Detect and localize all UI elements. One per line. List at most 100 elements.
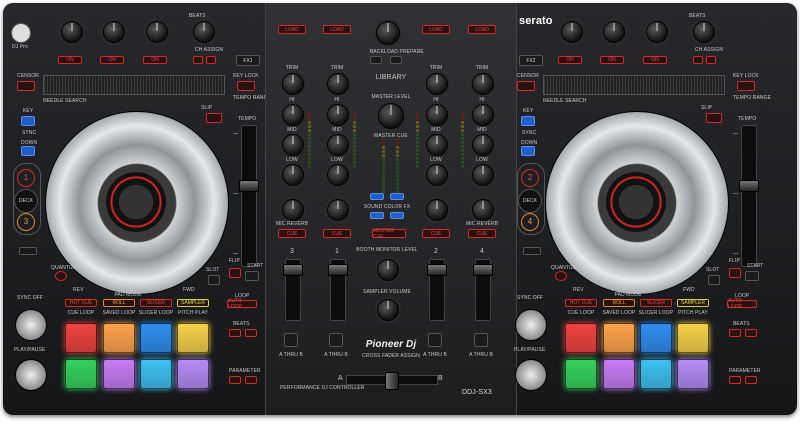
fx1-label-button[interactable]: FX1 [236, 55, 260, 66]
slicer-mode-button-right[interactable]: SLICER [640, 299, 672, 307]
color-fx-knob-ch2[interactable] [426, 199, 448, 221]
mid-eq-knob-ch2[interactable] [426, 134, 448, 156]
performance-pad-left-6[interactable] [103, 359, 135, 389]
key-lock-button-left[interactable] [237, 81, 255, 91]
mid-eq-knob-ch4[interactable] [472, 134, 494, 156]
deck-2-button[interactable]: 2 [521, 169, 539, 187]
ch-assign-4-button[interactable] [706, 56, 716, 64]
headphone-cue-button-ch2[interactable]: CUE [422, 229, 450, 238]
fx2-on-button-3[interactable]: ON [643, 56, 667, 64]
slot-button-right[interactable] [708, 275, 720, 285]
key-lock-button-right[interactable] [737, 81, 755, 91]
performance-pad-right-7[interactable] [640, 359, 672, 389]
headphone-cue-button-ch3[interactable]: CUE [278, 229, 306, 238]
performance-pad-right-1[interactable] [565, 323, 597, 353]
parameter-minus-button-left[interactable] [229, 376, 241, 384]
crossfader-cap[interactable] [385, 372, 399, 390]
parameter-plus-button-left[interactable] [245, 376, 257, 384]
performance-pad-left-1[interactable] [65, 323, 97, 353]
tempo-slider-right[interactable] [739, 125, 759, 267]
fx1-beats-knob[interactable] [193, 21, 215, 43]
shift-button-right[interactable] [523, 247, 541, 255]
hi-eq-knob-ch2[interactable] [426, 104, 448, 126]
key-sync-button-left[interactable] [21, 116, 35, 126]
mid-eq-knob-ch1[interactable] [327, 134, 349, 156]
channel-fader-cap-3[interactable] [283, 264, 303, 276]
fx1-knob-1[interactable] [61, 21, 83, 43]
hi-eq-knob-ch3[interactable] [282, 104, 304, 126]
fx2-knob-1[interactable] [561, 21, 583, 43]
slip-button-right[interactable] [706, 113, 722, 123]
headphone-cue-button-ch1[interactable]: CUE [323, 229, 351, 238]
channel-fader-cap-2[interactable] [427, 264, 447, 276]
needle-search-strip-left[interactable] [43, 75, 225, 95]
channel-fader-cap-4[interactable] [473, 264, 493, 276]
ch-assign-2-button[interactable] [206, 56, 216, 64]
deck-1-button[interactable]: 1 [17, 169, 35, 187]
channel-fader-1[interactable] [328, 259, 348, 321]
performance-pad-right-5[interactable] [565, 359, 597, 389]
low-eq-knob-ch4[interactable] [472, 164, 494, 186]
channel-fader-4[interactable] [473, 259, 493, 321]
fx2-on-button-1[interactable]: ON [558, 56, 582, 64]
cue-button-left[interactable] [15, 309, 47, 341]
performance-pad-left-4[interactable] [177, 323, 209, 353]
trim-knob-ch4[interactable] [472, 73, 494, 95]
censor-button-left[interactable] [17, 81, 35, 91]
flip-start-button-left[interactable] [245, 271, 259, 281]
loop-half-button-right[interactable] [729, 329, 741, 337]
key-down-button-left[interactable] [21, 146, 35, 156]
deck-4-button[interactable]: 4 [521, 213, 539, 231]
loop-double-button-left[interactable] [245, 329, 257, 337]
censor-button-right[interactable] [517, 81, 535, 91]
key-down-button-right[interactable] [521, 146, 535, 156]
fx2-beats-knob[interactable] [693, 21, 715, 43]
fx2-on-button-2[interactable]: ON [600, 56, 624, 64]
tempo-slider-left[interactable] [239, 125, 259, 267]
parameter-minus-button-right[interactable] [729, 376, 741, 384]
ch-assign-1-button[interactable] [193, 56, 203, 64]
color-fx-button-1[interactable] [370, 193, 384, 200]
fx1-on-button-1[interactable]: ON [58, 56, 82, 64]
master-level-knob[interactable] [378, 103, 404, 129]
roll-mode-button-left[interactable]: ROLL [103, 299, 135, 307]
sampler-mode-button-left[interactable]: SAMPLER [177, 299, 209, 307]
deck-button-left[interactable]: DECK [14, 189, 38, 213]
load-prepare-button[interactable] [390, 56, 402, 64]
play-pause-button-left[interactable] [15, 359, 47, 391]
browse-rotary-selector[interactable] [376, 21, 400, 45]
fx2-knob-2[interactable] [603, 21, 625, 43]
channel-fader-2[interactable] [427, 259, 447, 321]
color-fx-button-3[interactable] [370, 212, 384, 219]
mid-eq-knob-ch3[interactable] [282, 134, 304, 156]
performance-pad-left-7[interactable] [140, 359, 172, 389]
roll-mode-button-right[interactable]: ROLL [603, 299, 635, 307]
sampler-volume-knob[interactable] [377, 299, 399, 321]
fx1-knob-3[interactable] [146, 21, 168, 43]
performance-pad-right-6[interactable] [603, 359, 635, 389]
fx1-on-button-3[interactable]: ON [143, 56, 167, 64]
slot-button-left[interactable] [208, 275, 220, 285]
color-fx-knob-ch3[interactable] [282, 199, 304, 221]
load-button-ch2[interactable]: LOAD [422, 25, 450, 34]
crossfader-assign-switch-ch4[interactable] [474, 333, 488, 347]
channel-fader-3[interactable] [283, 259, 303, 321]
trim-knob-ch2[interactable] [426, 73, 448, 95]
load-button-ch4[interactable]: LOAD [468, 25, 496, 34]
back-button[interactable] [370, 56, 382, 64]
sampler-mode-button-right[interactable]: SAMPLER [677, 299, 709, 307]
hi-eq-knob-ch4[interactable] [472, 104, 494, 126]
quantize-button-right[interactable] [555, 271, 567, 281]
performance-pad-left-8[interactable] [177, 359, 209, 389]
flip-rec-button-left[interactable] [229, 268, 241, 278]
performance-pad-right-2[interactable] [603, 323, 635, 353]
cue-button-right[interactable] [515, 309, 547, 341]
master-cue-button[interactable]: MASTER CUE [372, 228, 406, 240]
ch-assign-3-button[interactable] [693, 56, 703, 64]
crossfader-assign-switch-ch1[interactable] [329, 333, 343, 347]
booth-monitor-knob[interactable] [377, 259, 399, 281]
play-pause-button-right[interactable] [515, 359, 547, 391]
load-button-ch3[interactable]: LOAD [278, 25, 306, 34]
color-fx-knob-ch4[interactable] [472, 199, 494, 221]
fx2-label-button[interactable]: FX2 [519, 55, 543, 66]
